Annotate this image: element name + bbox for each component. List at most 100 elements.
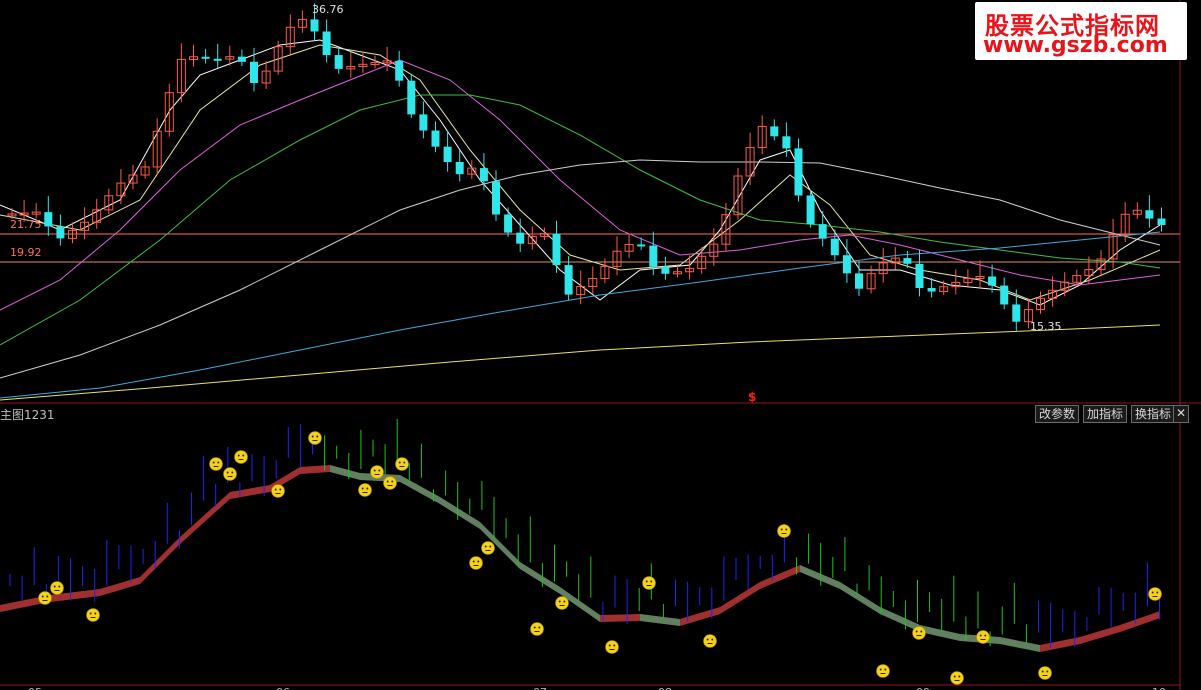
candle-body: [794, 148, 803, 196]
add-indicator-button[interactable]: 加指标: [1082, 405, 1127, 423]
candle-body: [649, 245, 658, 267]
emoji-face-icon: [370, 465, 384, 479]
moving-average-line: [0, 231, 1161, 399]
emoji-face-icon: [976, 630, 990, 644]
indicator-band-segment: [1080, 625, 1120, 644]
candle-body: [564, 265, 573, 295]
emoji-eye: [706, 638, 709, 641]
emoji-eye: [953, 675, 956, 678]
emoji-eye: [613, 644, 616, 647]
emoji-eye: [563, 600, 566, 603]
emoji-face-icon: [50, 581, 64, 595]
emoji-face-icon: [209, 457, 223, 471]
low-price-label: 15.35: [1030, 320, 1062, 333]
emoji-face-icon: [950, 671, 964, 685]
swap-indicator-button[interactable]: 换指标: [1130, 405, 1175, 423]
time-axis: 05 06 07 08 09 10: [28, 686, 1166, 690]
emoji-face-icon: [383, 476, 397, 490]
emoji-eye: [915, 630, 918, 633]
signal-marker: $: [748, 390, 756, 404]
emoji-eye: [279, 488, 282, 491]
emoji-eye: [41, 595, 44, 598]
candle-body: [431, 130, 440, 147]
emoji-eye: [884, 668, 887, 671]
candle-body: [552, 233, 561, 266]
emoji-eye: [489, 545, 492, 548]
emoji-eye: [472, 560, 475, 563]
emoji-face-icon: [777, 524, 791, 538]
candle-body: [988, 276, 997, 286]
emoji-face-icon: [1038, 666, 1052, 680]
emoji-eye: [311, 435, 314, 438]
indicator-band-segment: [880, 607, 920, 632]
modify-params-button[interactable]: 改参数: [1034, 405, 1079, 423]
candle-body: [1145, 210, 1154, 219]
peak-price-label: 36.76: [312, 3, 344, 16]
emoji-eye: [711, 638, 714, 641]
indicator-band-segment: [920, 625, 960, 641]
candle-body: [44, 212, 53, 227]
indicator-band-segment: [180, 492, 230, 544]
candle-body: [322, 31, 331, 56]
emoji-face-icon: [876, 664, 890, 678]
time-label: 06: [276, 686, 290, 690]
indicator-band-segment: [1000, 637, 1040, 652]
emoji-eye: [316, 435, 319, 438]
time-label: 10: [1152, 686, 1166, 690]
moving-average-line: [0, 324, 1161, 401]
emoji-face-icon: [530, 622, 544, 636]
emoji-eye: [958, 675, 961, 678]
emoji-eye: [484, 545, 487, 548]
candle-body: [818, 224, 827, 239]
stock-chart[interactable]: 36.76 15.35 21.75 19.92 $ 05 06 07 08 09…: [0, 0, 1201, 690]
emoji-eye: [403, 461, 406, 464]
candle-body: [661, 266, 670, 274]
candle-body: [455, 162, 464, 175]
indicator-band-segment: [600, 614, 640, 622]
watermark-url: www.gszb.com: [983, 33, 1168, 58]
indicator-band-segment: [640, 614, 680, 626]
candle-body: [407, 80, 416, 115]
emoji-eye: [242, 454, 245, 457]
emoji-face-icon: [481, 541, 495, 555]
emoji-eye: [226, 471, 229, 474]
moving-average-line: [0, 159, 1161, 379]
emoji-eye: [477, 560, 480, 563]
emoji-eye: [217, 461, 220, 464]
candle-body: [310, 19, 319, 32]
candle-body: [903, 258, 912, 264]
emoji-eye: [650, 580, 653, 583]
candle-body: [927, 288, 936, 292]
emoji-face-icon: [912, 626, 926, 640]
candle-body: [830, 238, 839, 256]
candle-body: [201, 56, 210, 59]
candle-body: [492, 181, 500, 215]
emoji-eye: [979, 634, 982, 637]
emoji-eye: [645, 580, 648, 583]
emoji-face-icon: [358, 483, 372, 497]
emoji-eye: [274, 488, 277, 491]
emoji-eye: [1041, 670, 1044, 673]
indicator-band-segment: [100, 577, 140, 596]
close-indicator-button[interactable]: ✕: [1173, 405, 1189, 423]
emoji-eye: [361, 487, 364, 490]
emoji-face-icon: [555, 596, 569, 610]
emoji-signals: [38, 431, 1162, 685]
candle-body: [395, 60, 404, 81]
emoji-eye: [538, 626, 541, 629]
candle-body: [516, 232, 525, 244]
candle-body: [1012, 304, 1021, 322]
indicator-band-segment: [330, 465, 360, 480]
emoji-face-icon: [234, 450, 248, 464]
candle-body: [1000, 285, 1009, 305]
indicator-band: [0, 465, 1160, 652]
candle-body: [237, 56, 246, 62]
emoji-eye: [398, 461, 401, 464]
candle-body: [479, 168, 488, 182]
emoji-face-icon: [38, 591, 52, 605]
candle-body: [334, 55, 343, 69]
candle-body: [250, 61, 258, 83]
emoji-eye: [608, 644, 611, 647]
indicator-toolbar: 改参数 加指标 换指标: [1034, 405, 1175, 423]
emoji-eye: [231, 471, 234, 474]
